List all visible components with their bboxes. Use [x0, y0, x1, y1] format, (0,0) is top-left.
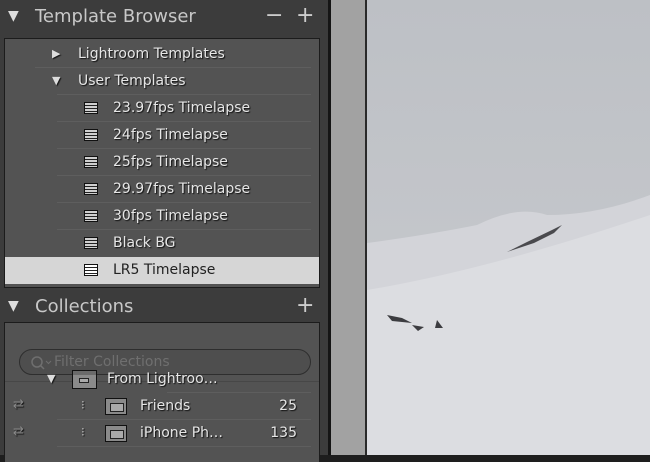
folder-lightroom-templates[interactable]: ▶ Lightroom Templates — [5, 41, 319, 68]
sync-icon[interactable]: ⇄ — [13, 424, 24, 439]
collection-icon — [105, 425, 127, 442]
template-label: 25fps Timelapse — [113, 154, 228, 170]
template-item[interactable]: 24fps Timelapse — [5, 122, 319, 149]
collection-count: 25 — [279, 398, 297, 414]
template-item[interactable]: 23.97fps Timelapse — [5, 95, 319, 122]
template-icon — [84, 237, 98, 249]
template-icon — [84, 129, 98, 141]
template-icon — [84, 183, 98, 195]
template-icon — [84, 102, 98, 114]
collection-label: iPhone Ph… — [140, 425, 224, 441]
collections-list: Filter Collections ▼ From Lightroo… ⇄ ⁝ … — [4, 322, 320, 462]
expand-icon[interactable]: ▼ — [8, 8, 19, 24]
template-item[interactable]: Black BG — [5, 230, 319, 257]
collapsed-icon[interactable]: ▶ — [52, 47, 60, 60]
template-label: 30fps Timelapse — [113, 208, 228, 224]
collections-header[interactable]: ▼ Collections + — [0, 290, 328, 324]
collection-label: Friends — [140, 398, 191, 414]
template-list: ▶ Lightroom Templates ▼ User Templates 2… — [4, 38, 320, 288]
add-collection-button[interactable]: + — [296, 293, 314, 318]
template-item[interactable]: 30fps Timelapse — [5, 203, 319, 230]
collection-count: 135 — [270, 425, 297, 441]
add-template-button[interactable]: + — [296, 3, 314, 28]
expand-icon[interactable]: ▼ — [8, 298, 19, 314]
expanded-icon[interactable]: ▼ — [47, 372, 55, 385]
template-item[interactable]: 29.97fps Timelapse — [5, 176, 319, 203]
expanded-icon[interactable]: ▼ — [52, 74, 60, 87]
collection-set-label: From Lightroo… — [107, 371, 218, 387]
collection-item[interactable]: ⇄ ⁝ Friends 25 — [5, 393, 319, 420]
template-label: 29.97fps Timelapse — [113, 181, 251, 197]
collection-set[interactable]: ▼ From Lightroo… — [5, 366, 319, 393]
folder-label: Lightroom Templates — [78, 46, 225, 62]
panel-title: Collections — [35, 296, 134, 317]
template-icon — [84, 264, 98, 276]
folder-user-templates[interactable]: ▼ User Templates — [5, 68, 319, 95]
folder-label: User Templates — [78, 73, 186, 89]
filmstrip-gutter — [331, 0, 365, 455]
template-label: 24fps Timelapse — [113, 127, 228, 143]
left-panel: ▼ Template Browser − + ▶ Lightroom Templ… — [0, 0, 328, 462]
collection-item[interactable]: ⇄ ⁝ iPhone Ph… 135 — [5, 420, 319, 447]
template-label: Black BG — [113, 235, 176, 251]
template-item[interactable]: 25fps Timelapse — [5, 149, 319, 176]
smart-preview-icon: ⁝ — [81, 398, 85, 412]
template-icon — [84, 210, 98, 222]
sync-icon[interactable]: ⇄ — [13, 397, 24, 412]
template-browser-header[interactable]: ▼ Template Browser − + — [0, 0, 328, 34]
panel-title: Template Browser — [35, 6, 196, 27]
smart-preview-icon: ⁝ — [81, 425, 85, 439]
remove-template-button[interactable]: − — [265, 3, 283, 28]
collection-set-icon — [72, 370, 97, 389]
template-label: 23.97fps Timelapse — [113, 100, 251, 116]
collection-icon — [105, 398, 127, 415]
template-item[interactable]: LR5 Timelapse — [5, 257, 319, 284]
template-label: LR5 Timelapse — [113, 262, 216, 278]
template-icon — [84, 156, 98, 168]
preview-image — [367, 0, 650, 455]
